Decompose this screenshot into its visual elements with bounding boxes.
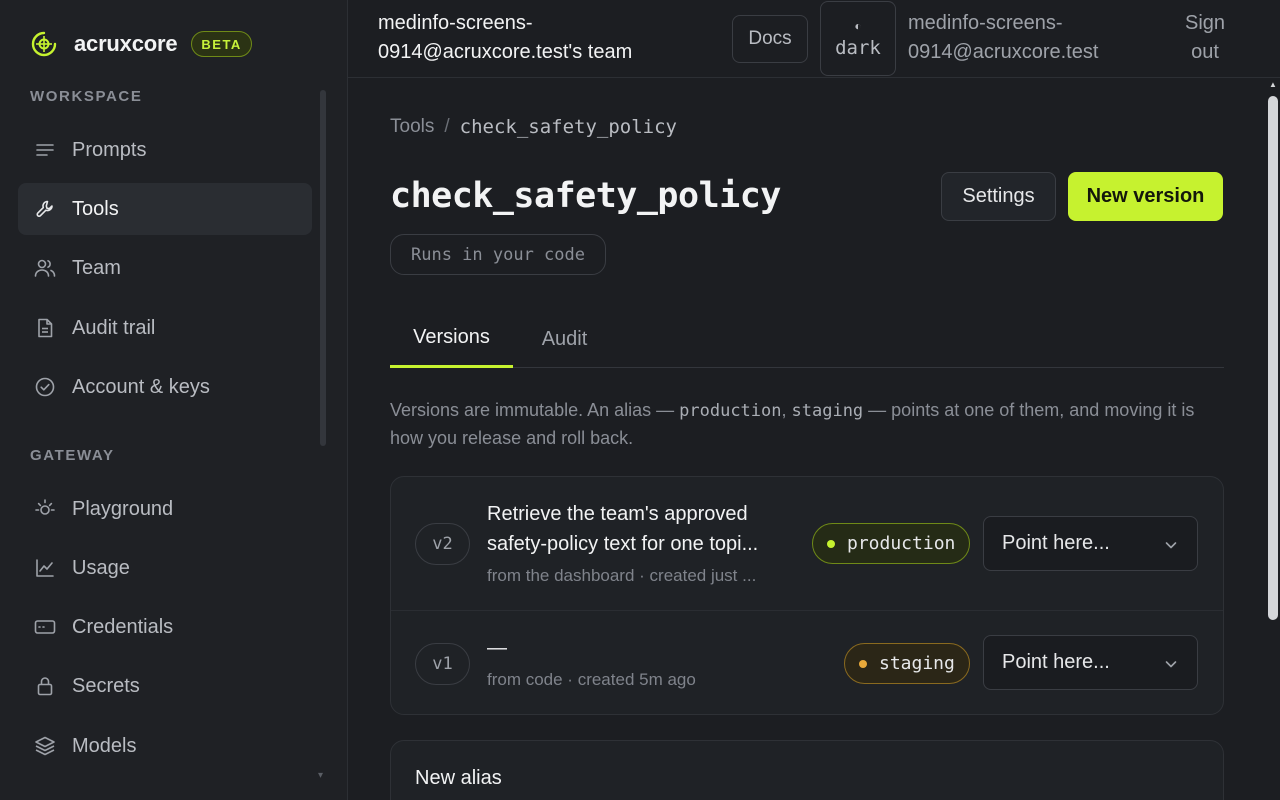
status-dot	[859, 659, 867, 668]
chevron-down-icon[interactable]: ▾	[318, 770, 323, 781]
chevron-down-icon	[1163, 655, 1179, 671]
breadcrumb-current: check_safety_policy	[459, 116, 677, 138]
breadcrumb: Tools / check_safety_policy	[390, 116, 677, 138]
runs-in-code-badge: Runs in your code	[390, 234, 606, 275]
card-icon	[34, 616, 56, 638]
sidebar: acruxcore BETA WORKSPACE Prompts Tools T…	[0, 0, 348, 800]
wrench-icon	[34, 198, 56, 220]
sidebar-item-label: Audit trail	[72, 316, 156, 339]
sidebar-item-label: Team	[72, 256, 121, 279]
new-alias-title: New alias	[415, 767, 502, 789]
sidebar-item-label: Tools	[72, 197, 119, 220]
sun-icon	[34, 498, 56, 520]
sidebar-item-label: Models	[72, 734, 137, 757]
sidebar-item-audit-trail[interactable]: Audit trail	[18, 302, 312, 354]
section-label-gateway: GATEWAY	[30, 447, 115, 464]
sidebar-item-label: Usage	[72, 556, 130, 579]
select-value: Point here...	[1002, 651, 1110, 673]
main-scrollbar-thumb[interactable]	[1268, 96, 1278, 620]
page-title: check_safety_policy	[390, 176, 781, 216]
sidebar-scrollbar[interactable]	[320, 90, 326, 446]
theme-toggle[interactable]: ◐ dark	[820, 1, 896, 76]
breadcrumb-tools-link[interactable]: Tools	[390, 116, 434, 138]
docs-button[interactable]: Docs	[732, 15, 808, 63]
beta-badge: BETA	[191, 31, 252, 57]
select-value: Point here...	[1002, 532, 1110, 554]
versions-list: v2 Retrieve the team's approved safety-p…	[390, 476, 1224, 715]
file-icon	[34, 317, 56, 339]
breadcrumb-separator: /	[444, 116, 450, 137]
version-meta: from the dashboard · created just ...	[487, 566, 757, 585]
brand-name: acruxcore	[74, 31, 178, 56]
point-alias-select[interactable]: Point here...	[983, 635, 1198, 690]
explain-code-production: production	[679, 401, 782, 421]
alias-pill-production: production	[812, 523, 971, 564]
version-description: —	[487, 637, 507, 659]
sidebar-item-account-keys[interactable]: Account & keys	[18, 361, 312, 413]
sidebar-item-credentials[interactable]: Credentials	[18, 601, 312, 653]
sidebar-item-usage[interactable]: Usage	[18, 542, 312, 594]
sidebar-item-team[interactable]: Team	[18, 242, 312, 294]
point-alias-select[interactable]: Point here...	[983, 516, 1198, 571]
sidebar-item-models[interactable]: Models	[18, 720, 312, 772]
version-meta: from code · created 5m ago	[487, 670, 696, 689]
alias-label: production	[847, 533, 956, 554]
topbar: medinfo-screens-0914@acruxcore.test's te…	[348, 0, 1280, 78]
alias-pill-staging: staging	[844, 643, 970, 684]
versions-explanation: Versions are immutable. An alias — produ…	[390, 397, 1230, 452]
sidebar-item-label: Account & keys	[72, 375, 210, 398]
tab-bar: Versions Audit	[390, 310, 1224, 368]
sidebar-item-label: Prompts	[72, 138, 147, 161]
version-description: Retrieve the team's approved safety-poli…	[487, 503, 759, 555]
status-dot	[827, 539, 835, 548]
explain-code-staging: staging	[791, 401, 864, 421]
version-row: v1 — from code · created 5m ago staging …	[391, 611, 1223, 714]
sidebar-item-playground[interactable]: Playground	[18, 483, 312, 535]
lock-icon	[34, 675, 56, 697]
half-circle-icon: ◐	[854, 18, 862, 33]
tab-versions[interactable]: Versions	[390, 310, 513, 368]
sign-out-button[interactable]: Sign out	[1178, 9, 1232, 67]
new-version-button[interactable]: New version	[1068, 172, 1223, 221]
version-row: v2 Retrieve the team's approved safety-p…	[391, 477, 1223, 611]
settings-button[interactable]: Settings	[941, 172, 1056, 221]
team-name[interactable]: medinfo-screens-0914@acruxcore.test's te…	[378, 9, 698, 67]
chart-icon	[34, 557, 56, 579]
sidebar-item-label: Playground	[72, 497, 174, 520]
version-badge: v2	[415, 523, 470, 565]
sidebar-item-secrets[interactable]: Secrets	[18, 660, 312, 712]
alias-label: staging	[879, 653, 955, 674]
explain-text: ,	[781, 400, 792, 420]
theme-label: dark	[835, 36, 881, 59]
layers-icon	[34, 735, 56, 757]
explain-text: Versions are immutable. An alias —	[390, 400, 680, 420]
section-label-workspace: WORKSPACE	[30, 88, 143, 105]
user-email: medinfo-screens-0914@acruxcore.test	[908, 12, 1099, 63]
tab-audit[interactable]: Audit	[513, 310, 616, 368]
scroll-up-icon[interactable]: ▲	[1268, 80, 1278, 90]
chevron-down-icon	[1163, 536, 1179, 552]
new-alias-card: New alias	[390, 740, 1224, 800]
sidebar-item-tools[interactable]: Tools	[18, 183, 312, 235]
sidebar-item-prompts[interactable]: Prompts	[18, 124, 312, 176]
sidebar-item-label: Credentials	[72, 615, 174, 638]
version-badge: v1	[415, 643, 470, 685]
brand[interactable]: acruxcore BETA	[30, 28, 252, 60]
lines-icon	[34, 139, 56, 161]
logo-icon	[30, 30, 58, 58]
users-icon	[34, 257, 56, 279]
check-circle-icon	[34, 376, 56, 398]
sidebar-item-label: Secrets	[72, 674, 140, 697]
